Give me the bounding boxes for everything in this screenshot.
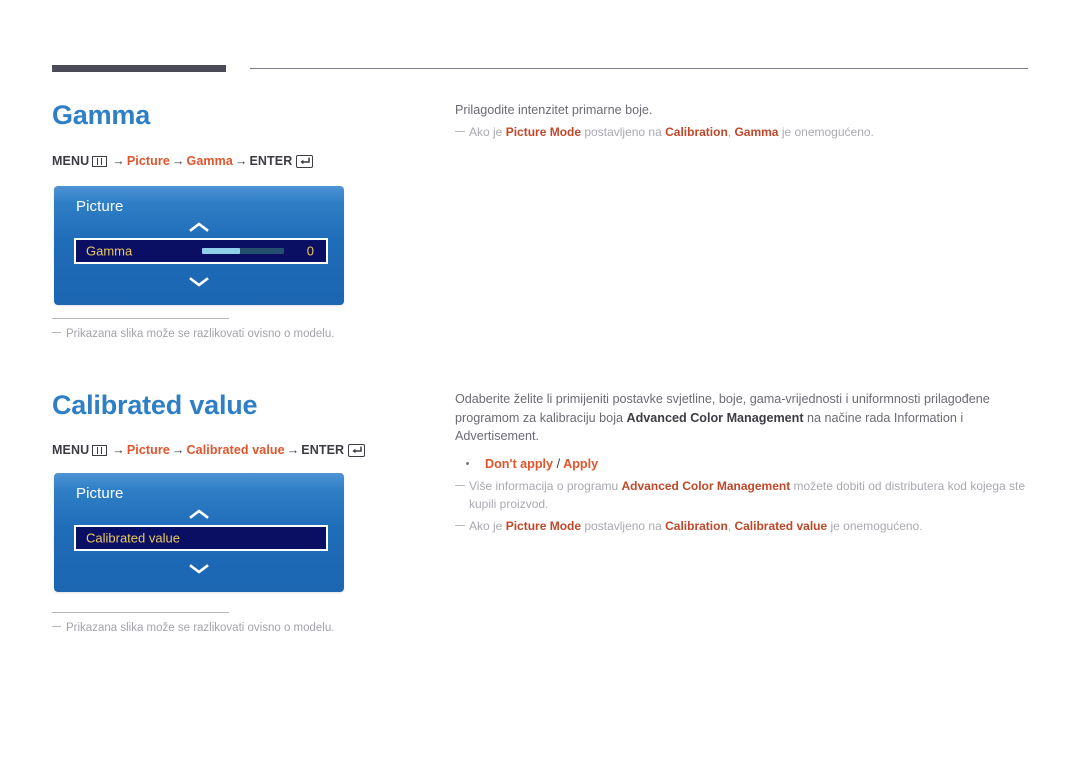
- option-separator: /: [556, 456, 561, 471]
- path-arrow: →: [112, 443, 125, 457]
- menu-label: MENU: [52, 154, 90, 168]
- osd-panel-gamma: Picture Gamma 0: [54, 186, 344, 305]
- osd-panel-calibrated-value: Picture Calibrated value: [54, 473, 344, 592]
- option-list-row: Don't apply / Apply: [455, 455, 1027, 473]
- enter-icon: [296, 155, 314, 168]
- path-arrow: →: [171, 443, 185, 457]
- osd-row-gamma[interactable]: Gamma 0: [74, 238, 328, 264]
- page-header-rule: [52, 64, 1028, 76]
- menu-icon: [92, 445, 108, 456]
- path-arrow: →: [234, 154, 248, 168]
- note-dash-icon: [455, 524, 465, 527]
- footnote-text: Prikazana slika može se razlikovati ovis…: [66, 328, 335, 340]
- section-heading-calibrated-value: Calibrated value: [52, 390, 258, 420]
- gamma-slider-fill: [202, 248, 240, 254]
- osd-row-label: Calibrated value: [86, 530, 180, 546]
- footnote-dash-icon: [52, 331, 61, 333]
- path-step-picture: Picture: [126, 443, 170, 457]
- note-dash-icon: [455, 484, 465, 487]
- header-rule-thick: [52, 65, 226, 72]
- bullet-dot-icon: [466, 461, 469, 465]
- chevron-down-icon[interactable]: [188, 563, 210, 575]
- path-arrow: →: [112, 154, 125, 168]
- osd-title: Picture: [76, 485, 124, 502]
- enter-label: ENTER: [249, 154, 293, 168]
- note-dash-icon: [455, 130, 465, 133]
- option-dont-apply[interactable]: Don't apply: [485, 457, 553, 471]
- menu-icon: [92, 156, 108, 167]
- header-rule-thin: [250, 68, 1028, 69]
- document-page: Gamma MENU → Picture → Gamma → ENTER Picture G…: [0, 0, 1080, 763]
- return-arrow-glyph: [300, 157, 311, 165]
- body-column-gamma: Prilagodite intenzitet primarne boje. Ak…: [455, 101, 1027, 141]
- chevron-up-icon[interactable]: [188, 508, 210, 520]
- body-paragraph: Prilagodite intenzitet primarne boje.: [455, 103, 653, 117]
- path-step-picture: Picture: [126, 154, 170, 168]
- note-line: Više informacija o programu Advanced Col…: [455, 477, 1027, 514]
- option-apply[interactable]: Apply: [563, 457, 598, 471]
- footnote-rule: [52, 318, 229, 319]
- gamma-slider[interactable]: [202, 248, 284, 254]
- footnote-text: Prikazana slika može se razlikovati ovis…: [66, 622, 335, 634]
- path-arrow: →: [171, 154, 185, 168]
- osd-row-calibrated-value[interactable]: Calibrated value: [74, 525, 328, 551]
- menu-label: MENU: [52, 443, 90, 457]
- footnote-rule: [52, 612, 229, 613]
- osd-title: Picture: [76, 198, 124, 215]
- note-text: Ako je Picture Mode postavljeno na Calib…: [469, 124, 874, 139]
- enter-label: ENTER: [301, 443, 345, 457]
- note-line: Ako je Picture Mode postavljeno na Calib…: [455, 123, 1027, 142]
- return-arrow-glyph: [352, 446, 362, 454]
- note-line: Ako je Picture Mode postavljeno na Calib…: [455, 517, 1027, 536]
- body-column-calibrated-value: Odaberite želite li primijeniti postavke…: [455, 390, 1027, 535]
- footnote-gamma: Prikazana slika može se razlikovati ovis…: [52, 318, 334, 340]
- section-heading-gamma: Gamma: [52, 100, 151, 130]
- footnote-calibrated-value: Prikazana slika može se razlikovati ovis…: [52, 612, 334, 634]
- menu-path-calibrated-value: MENU → Picture → Calibrated value → ENTER: [52, 443, 366, 457]
- footnote-text-wrap: Prikazana slika može se razlikovati ovis…: [52, 622, 334, 634]
- footnote-text-wrap: Prikazana slika može se razlikovati ovis…: [52, 328, 334, 340]
- menu-path-gamma: MENU → Picture → Gamma → ENTER: [52, 154, 314, 168]
- path-step-gamma: Gamma: [186, 154, 233, 168]
- path-step-calibrated-value: Calibrated value: [186, 443, 285, 457]
- osd-row-label: Gamma: [86, 243, 133, 259]
- chevron-up-icon[interactable]: [188, 221, 210, 233]
- body-paragraph: Odaberite želite li primijeniti postavke…: [455, 392, 990, 443]
- osd-row-value: 0: [306, 243, 314, 259]
- path-arrow: →: [286, 443, 300, 457]
- chevron-down-icon[interactable]: [188, 276, 210, 288]
- note-text: Više informacija o programu Advanced Col…: [469, 478, 1026, 512]
- note-text: Ako je Picture Mode postavljeno na Calib…: [469, 518, 923, 533]
- enter-icon: [348, 444, 366, 457]
- footnote-dash-icon: [52, 625, 61, 627]
